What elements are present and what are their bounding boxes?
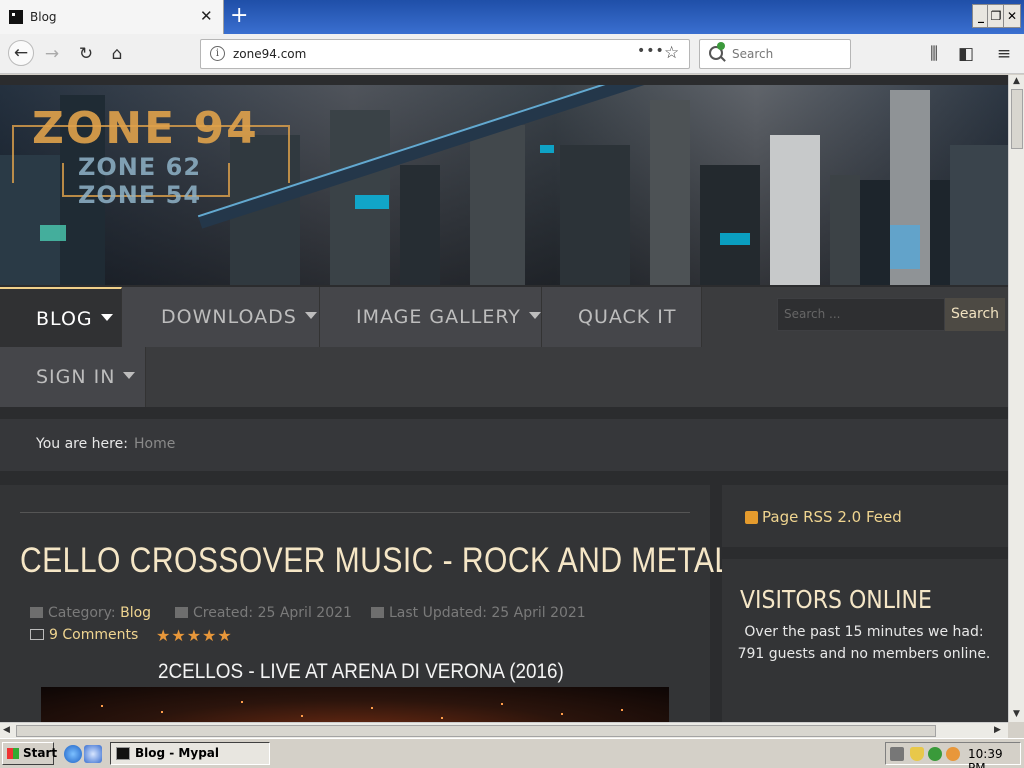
navigation-toolbar: ← → ↻ ⌂ i zone94.com ••• ☆ Search ⫼ ◧ ≡ <box>0 34 1024 74</box>
created-date: Created: 25 April 2021 <box>193 605 352 621</box>
dropdown-caret-icon <box>123 372 136 379</box>
close-window-button[interactable]: ✕ <box>1003 4 1021 28</box>
scroll-up-arrow-icon[interactable]: ▲ <box>1013 76 1020 86</box>
horizontal-scroll-thumb[interactable] <box>16 725 936 737</box>
dropdown-caret-icon <box>304 312 317 319</box>
breadcrumb-label: You are here: <box>36 436 128 452</box>
article-title[interactable]: CELLO CROSSOVER MUSIC - ROCK AND METAL <box>20 541 732 581</box>
breadcrumb: You are here: Home <box>0 419 1008 471</box>
comments-count: 9 Comments <box>49 627 139 643</box>
vertical-scroll-thumb[interactable] <box>1011 89 1023 149</box>
clock: 10:39 PM <box>968 747 1003 768</box>
address-bar[interactable]: i zone94.com ••• ☆ <box>200 39 690 69</box>
video-embed[interactable] <box>41 687 669 722</box>
menu-hamburger-icon[interactable]: ≡ <box>992 42 1016 66</box>
sidebar-toggle-icon[interactable]: ◧ <box>954 42 978 66</box>
category-link[interactable]: Blog <box>120 605 151 621</box>
shield-icon[interactable] <box>910 747 924 761</box>
menu-item-sign-in[interactable]: SIGN IN <box>0 347 146 407</box>
scroll-right-arrow-icon[interactable]: ▶ <box>994 725 1001 735</box>
forward-button[interactable]: → <box>40 42 64 66</box>
search-engine-add-icon <box>717 42 725 50</box>
scroll-down-arrow-icon[interactable]: ▼ <box>1013 709 1020 719</box>
site-search-button[interactable]: Search <box>945 298 1005 331</box>
system-tray: 10:39 PM <box>885 742 1021 768</box>
visitors-heading: VISITORS ONLINE <box>740 585 932 614</box>
site-info-icon[interactable]: i <box>210 46 225 61</box>
article-category: Category: Blog <box>30 605 151 621</box>
tab-blog[interactable]: Blog ✕ <box>0 0 224 34</box>
site-search-input[interactable]: Search ... <box>777 298 945 331</box>
rss-icon <box>745 511 758 524</box>
visitors-text: Over the past 15 minutes we had: 791 gue… <box>737 624 991 662</box>
menu-item-blog[interactable]: BLOG <box>0 287 122 347</box>
search-tray-icon[interactable] <box>946 747 960 761</box>
home-button[interactable]: ⌂ <box>105 42 129 66</box>
browser-search-field[interactable]: Search <box>699 39 851 69</box>
taskbar-item-label: Blog - Mypal <box>135 746 219 760</box>
browser-quicklaunch-icon[interactable] <box>84 745 102 763</box>
app-icon <box>116 747 130 760</box>
tab-title: Blog <box>30 10 57 24</box>
menu-item-downloads[interactable]: DOWNLOADS <box>122 287 320 347</box>
browser-search-placeholder: Search <box>732 47 774 61</box>
category-label: Category: <box>48 605 116 621</box>
comment-icon <box>30 629 44 640</box>
article-subheading: 2CELLOS - LIVE AT ARENA DI VERONA (2016) <box>158 660 564 683</box>
rss-panel: Page RSS 2.0 Feed <box>722 485 1008 547</box>
reload-button[interactable]: ↻ <box>74 42 98 66</box>
ie-icon[interactable] <box>64 745 82 763</box>
tab-bar: Blog ✕ + _ ❐ ✕ <box>0 0 1024 34</box>
divider <box>20 512 690 513</box>
calendar-icon <box>371 607 384 618</box>
rss-feed-link[interactable]: Page RSS 2.0 Feed <box>762 508 902 526</box>
site-logo-sub2: ZONE 54 <box>78 181 202 209</box>
horizontal-scrollbar[interactable]: ◀ ▶ <box>0 722 1008 738</box>
network-icon[interactable] <box>928 747 942 761</box>
back-button[interactable]: ← <box>8 40 34 66</box>
menu-item-label: QUACK IT <box>578 306 677 328</box>
folder-icon <box>30 607 43 618</box>
vertical-scrollbar[interactable]: ▲ ▼ <box>1008 75 1024 722</box>
taskbar-item-blog[interactable]: Blog - Mypal <box>110 742 270 765</box>
bookmark-star-icon[interactable]: ☆ <box>664 43 679 63</box>
url-text[interactable]: zone94.com <box>233 47 306 61</box>
dropdown-caret-icon <box>100 314 113 321</box>
article-updated: Last Updated: 25 April 2021 <box>371 605 586 621</box>
menu-item-label: IMAGE GALLERY <box>356 306 521 328</box>
updated-date: Last Updated: 25 April 2021 <box>389 605 586 621</box>
menu-item-image-gallery[interactable]: IMAGE GALLERY <box>320 287 542 347</box>
menu-item-label: SIGN IN <box>36 366 116 388</box>
site-logo-main[interactable]: ZONE 94 <box>32 103 259 154</box>
menu-item-quack-it[interactable]: QUACK IT <box>542 287 702 347</box>
site-logo-sub1: ZONE 62 <box>78 153 202 181</box>
rating-stars[interactable]: ★★★★★ <box>156 626 233 645</box>
site-favicon-icon <box>9 10 23 24</box>
calendar-icon <box>175 607 188 618</box>
new-tab-button[interactable]: + <box>230 3 248 29</box>
menu-item-label: DOWNLOADS <box>161 306 297 328</box>
windows-flag-icon <box>7 748 19 759</box>
page-viewport: ZONE 94 ZONE 62 ZONE 54 BLOG DOWNLOADS I… <box>0 75 1008 722</box>
library-icon[interactable]: ⫼ <box>922 42 946 66</box>
main-menu: BLOG DOWNLOADS IMAGE GALLERY QUACK IT SI… <box>0 287 1008 407</box>
comments-link[interactable]: 9 Comments <box>30 627 138 643</box>
start-label: Start <box>23 746 58 760</box>
article-created: Created: 25 April 2021 <box>175 605 352 621</box>
dropdown-caret-icon <box>528 312 541 319</box>
menu-item-label: BLOG <box>36 308 93 330</box>
header-banner: ZONE 94 ZONE 62 ZONE 54 <box>0 85 1008 285</box>
visitors-panel: VISITORS ONLINE Over the past 15 minutes… <box>722 559 1008 722</box>
tab-close-button[interactable]: ✕ <box>200 7 213 25</box>
page-actions-button[interactable]: ••• <box>637 43 665 59</box>
taskbar: Start Blog - Mypal 10:39 PM <box>0 738 1024 768</box>
breadcrumb-home-link[interactable]: Home <box>134 436 175 452</box>
keyboard-icon[interactable] <box>890 747 904 761</box>
start-button[interactable]: Start <box>2 742 58 765</box>
scroll-left-arrow-icon[interactable]: ◀ <box>3 725 10 735</box>
article-panel: CELLO CROSSOVER MUSIC - ROCK AND METAL C… <box>0 485 731 722</box>
